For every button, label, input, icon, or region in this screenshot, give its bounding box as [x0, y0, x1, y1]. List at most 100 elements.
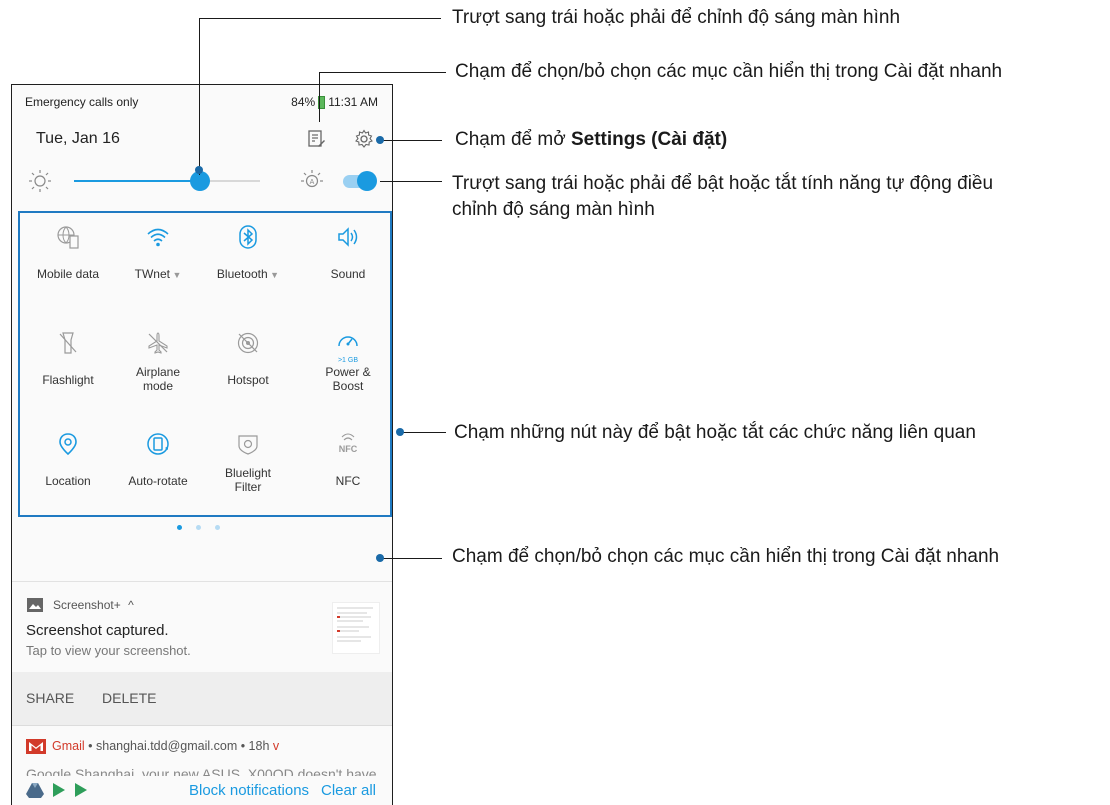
callout-line: [382, 140, 442, 141]
share-button[interactable]: SHARE: [26, 690, 74, 706]
gmail-meta: • shanghai.tdd@gmail.com • 18h: [88, 739, 270, 753]
tile-flashlight[interactable]: Flashlight: [23, 323, 113, 423]
tile-power-boost[interactable]: >1 GB Power & Boost: [303, 323, 392, 423]
tile-label: Location: [45, 474, 91, 488]
tile-sublabel: >1 GB: [337, 357, 359, 364]
power-boost-icon: [336, 331, 360, 355]
tile-hotspot[interactable]: Hotspot: [203, 323, 293, 423]
quick-settings-panel: Emergency calls only 84% 11:31 AM Tue, J…: [11, 84, 393, 805]
notification-expand-icon[interactable]: ^: [128, 598, 134, 612]
callout-line: [400, 432, 446, 433]
callout-settings: Chạm để mở Settings (Cài đặt): [455, 128, 727, 152]
play-store-icon-2: [75, 783, 87, 797]
tile-label: Sound: [330, 267, 366, 281]
play-store-icon: [53, 783, 65, 797]
tile-bluelight-filter[interactable]: Bluelight Filter: [203, 424, 293, 524]
bluelight-filter-icon: [236, 432, 260, 456]
tile-auto-rotate[interactable]: Auto-rotate: [113, 424, 203, 524]
brightness-slider-thumb[interactable]: [190, 171, 211, 191]
bluetooth-icon: [236, 225, 260, 249]
sound-icon: [336, 225, 360, 249]
block-notifications-button[interactable]: Block notifications: [189, 782, 309, 799]
pager-dot[interactable]: [215, 525, 220, 530]
brightness-slider-fill: [74, 180, 201, 182]
tile-wifi[interactable]: TWnet ▼: [113, 217, 203, 317]
callout-endpoint: [376, 136, 384, 144]
tile-label: TWnet ▼: [134, 267, 182, 281]
tile-airplane[interactable]: Airplane mode: [113, 323, 203, 423]
dropdown-caret-icon[interactable]: ▼: [170, 270, 181, 280]
notification-footer: Block notifications Clear all: [12, 776, 392, 805]
tile-label: Flashlight: [42, 373, 94, 387]
tile-mobile-data[interactable]: Mobile data: [23, 217, 113, 317]
callout-tiles: Chạm những nút này để bật hoặc tắt các c…: [454, 422, 976, 443]
pager-dots: [177, 525, 220, 530]
flashlight-icon: [56, 331, 80, 355]
drive-icon: [26, 783, 44, 798]
callout-brightness: Trượt sang trái hoặc phải để chỉnh độ sá…: [452, 7, 901, 28]
tile-bluetooth[interactable]: Bluetooth ▼: [203, 217, 293, 317]
footer-app-icons: [26, 782, 88, 798]
tile-sound[interactable]: Sound: [303, 217, 392, 317]
nfc-icon: NFC: [336, 432, 360, 456]
mobile-data-icon: [56, 225, 80, 249]
brightness-low-icon: [28, 169, 52, 198]
clear-all-button[interactable]: Clear all: [321, 782, 376, 799]
callout-auto-brightness-2: chỉnh độ sáng màn hình: [452, 199, 655, 220]
pager-dot[interactable]: [196, 525, 201, 530]
callout-line: [382, 558, 442, 559]
callout-auto-brightness-1: Trượt sang trái hoặc phải để bật hoặc tắ…: [452, 173, 994, 194]
tile-nfc[interactable]: NFC NFC: [303, 424, 392, 524]
hotspot-icon: [236, 331, 260, 355]
tile-label: Power & Boost: [325, 365, 371, 393]
screenshot-notification[interactable]: Screenshot+ ^ Screenshot captured. Tap t…: [12, 581, 392, 673]
auto-brightness-toggle-knob[interactable]: [357, 171, 377, 191]
tile-label: Bluetooth ▼: [216, 267, 280, 281]
battery-percent: 84%: [291, 95, 316, 109]
callout-expand: Chạm để chọn/bỏ chọn các mục cần hiển th…: [452, 546, 1000, 567]
svg-text:NFC: NFC: [339, 444, 358, 454]
notification-app-name: Screenshot+: [53, 598, 121, 612]
notification-title: Screenshot captured.: [26, 622, 169, 639]
callout-line: [199, 18, 441, 19]
wifi-icon: [146, 225, 170, 249]
tile-label: Mobile data: [36, 267, 100, 281]
gmail-expand-icon[interactable]: v: [273, 739, 279, 753]
date-label: Tue, Jan 16: [36, 130, 120, 147]
gmail-icon: [26, 739, 46, 759]
callout-edit: Chạm để chọn/bỏ chọn các mục cần hiển th…: [455, 61, 1003, 82]
gmail-app-name: Gmail: [52, 739, 85, 753]
callout-endpoint: [376, 554, 384, 562]
notification-actions: SHARE DELETE: [12, 672, 392, 725]
tile-label: Auto-rotate: [128, 474, 188, 488]
callout-line: [380, 181, 442, 182]
tile-label: Bluelight Filter: [224, 466, 272, 494]
callout-endpoint: [396, 428, 404, 436]
svg-text:A: A: [310, 179, 315, 186]
image-icon: [27, 598, 43, 617]
screenshot-thumbnail[interactable]: [332, 602, 380, 654]
callout-settings-bold: Settings (Cài đặt): [570, 129, 728, 150]
tile-label: Hotspot: [227, 373, 269, 387]
delete-button[interactable]: DELETE: [102, 690, 156, 706]
callout-endpoint: [195, 166, 203, 174]
auto-brightness-icon: A: [300, 169, 324, 198]
status-carrier-text: Emergency calls only: [25, 95, 139, 109]
dropdown-caret-icon[interactable]: ▼: [268, 270, 279, 280]
quick-settings-grid: Mobile data TWnet ▼ Bluetooth ▼ Sound Flashl…: [18, 211, 392, 517]
gear-icon[interactable]: [353, 128, 375, 150]
callout-line: [199, 18, 200, 175]
callout-line: [319, 72, 320, 122]
callout-settings-prefix: Chạm để mở: [455, 129, 571, 150]
tile-label: Airplane mode: [135, 365, 181, 393]
pager-dot[interactable]: [177, 525, 182, 530]
airplane-icon: [146, 331, 170, 355]
auto-rotate-icon: [146, 432, 170, 456]
location-icon: [56, 432, 80, 456]
status-right: 84% 11:31 AM: [291, 95, 378, 109]
notification-body: Tap to view your screenshot.: [26, 643, 191, 658]
callout-line: [319, 72, 446, 73]
tile-label: NFC: [335, 474, 361, 488]
edit-icon[interactable]: [305, 128, 327, 150]
tile-location[interactable]: Location: [23, 424, 113, 524]
